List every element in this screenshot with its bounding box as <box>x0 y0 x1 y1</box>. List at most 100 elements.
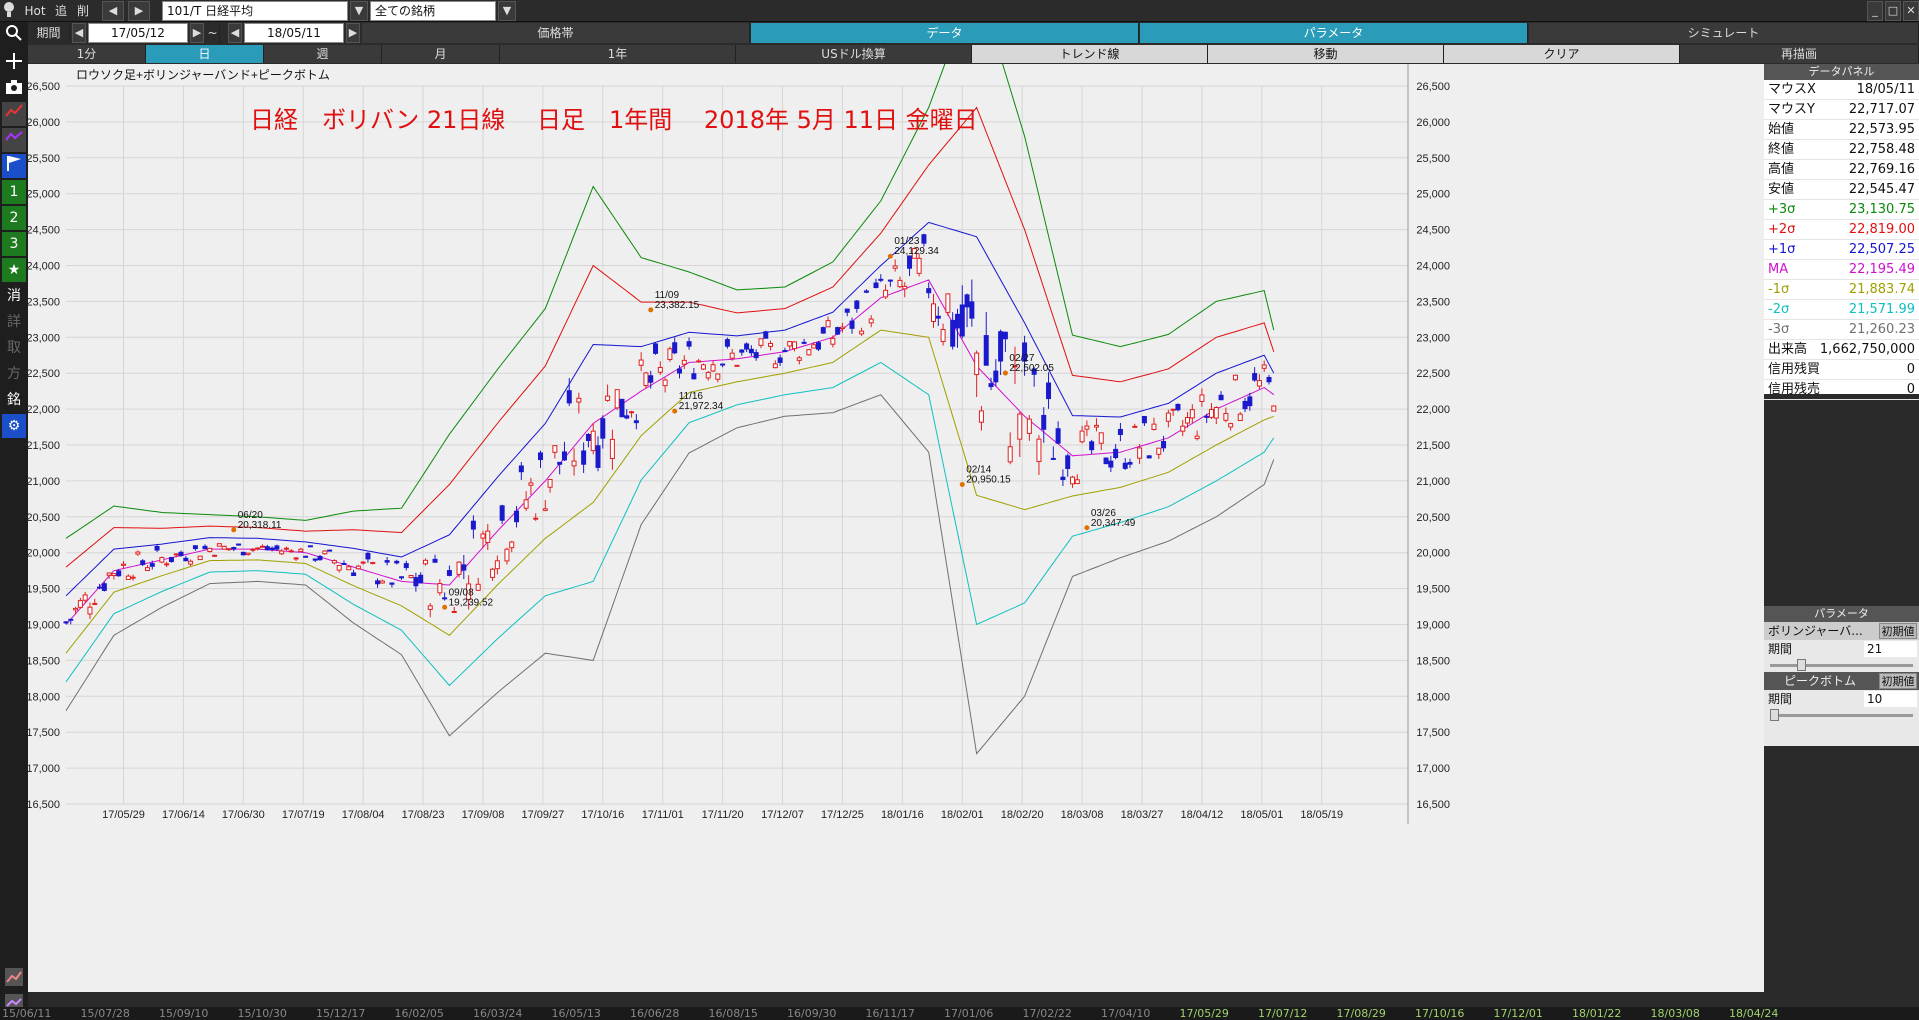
candle-body <box>274 545 280 550</box>
hot-button[interactable]: Hot <box>22 1 48 21</box>
data-panel-value: 21,571.99 <box>1848 302 1915 317</box>
preset-1-button[interactable]: 1 <box>2 180 26 204</box>
trade-button[interactable]: 取 <box>2 336 26 360</box>
data-panel-row: 信用残買 0 <box>1764 360 1919 380</box>
data-panel-row: 信用残売 0 <box>1764 380 1919 400</box>
indicator-icon[interactable] <box>2 128 26 152</box>
candle-body <box>700 364 706 370</box>
from-next-button[interactable]: ▶ <box>190 23 204 43</box>
candle-body <box>1194 435 1200 440</box>
candle-body <box>523 499 529 509</box>
y-tick-label-left: 26,000 <box>28 117 60 129</box>
detail-button[interactable]: 詳 <box>2 310 26 334</box>
overview-date-label: 16/11/17 <box>865 1007 915 1020</box>
peakbottom-reset-button[interactable]: 初期値 <box>1879 673 1917 689</box>
window-close-button[interactable]: ✕ <box>1903 1 1919 21</box>
candle-body <box>1117 428 1123 435</box>
candlestick-chart[interactable]: 06/2020,318.1109/0819,239.5211/0923,382.… <box>28 64 1764 992</box>
symbol-input[interactable]: 101/T 日経平均 <box>162 1 348 21</box>
to-date-input[interactable]: 18/05/11 <box>244 23 344 43</box>
candle-body <box>1165 412 1171 422</box>
period-tilde: ~ <box>206 23 220 43</box>
tab-1year[interactable]: 1年 <box>500 45 736 63</box>
peak-period-input[interactable]: 10 <box>1864 691 1917 707</box>
x-tick-label: 17/09/27 <box>521 809 564 821</box>
bollinger-slider-thumb[interactable] <box>1796 659 1806 671</box>
filter-select[interactable]: 全ての銘柄 <box>370 1 496 21</box>
next-symbol-button[interactable]: ▶ <box>128 1 150 21</box>
candle-body <box>173 553 179 556</box>
crosshair-icon[interactable] <box>2 52 26 76</box>
symbol-dropdown-icon[interactable]: ▼ <box>350 1 368 21</box>
tab-monthly[interactable]: 月 <box>382 45 500 63</box>
tab-usd[interactable]: USドル換算 <box>736 45 972 63</box>
parameter-header[interactable]: パラメータ <box>1140 23 1528 43</box>
data-panel-row: +2σ 22,819.00 <box>1764 220 1919 240</box>
window-minimize-button[interactable]: _ <box>1867 1 1883 21</box>
from-date-input[interactable]: 17/05/12 <box>88 23 188 43</box>
method-button[interactable]: 方 <box>2 362 26 386</box>
candle-body <box>336 564 342 571</box>
overview-date-bar[interactable]: 15/06/11 15/07/28 15/09/10 15/10/30 15/12/17… <box>0 1007 1919 1020</box>
gear-icon[interactable]: ⚙ <box>2 414 26 438</box>
candle-body <box>422 559 428 565</box>
candle-body <box>144 567 150 571</box>
from-prev-button[interactable]: ◀ <box>72 23 86 43</box>
kakakutai-header[interactable]: 価格帯 <box>362 23 750 43</box>
chart-small-icon[interactable] <box>2 968 26 992</box>
bollinger-label: ボリンジャーバ... <box>1768 624 1863 638</box>
filter-dropdown-icon[interactable]: ▼ <box>498 1 516 21</box>
camera-icon[interactable] <box>2 78 26 102</box>
peak-slider-thumb[interactable] <box>1770 709 1779 721</box>
candle-body <box>1223 413 1229 421</box>
bollinger-reset-button[interactable]: 初期値 <box>1879 623 1917 639</box>
candle-body <box>245 552 251 555</box>
candle-body <box>375 580 381 585</box>
y-tick-label-right: 16,500 <box>1416 799 1450 811</box>
y-tick-label-right: 26,500 <box>1416 81 1450 93</box>
candle-body <box>283 547 289 550</box>
star-icon[interactable]: ★ <box>2 258 26 282</box>
delete-button[interactable]: 削 <box>74 1 92 21</box>
prev-symbol-button[interactable]: ◀ <box>102 1 124 21</box>
candle-body <box>878 278 884 281</box>
tab-daily[interactable]: 日 <box>146 45 264 63</box>
candle-body <box>566 390 572 404</box>
tab-trendline[interactable]: トレンド線 <box>972 45 1208 63</box>
candle-body <box>978 410 984 423</box>
flag-icon[interactable] <box>2 154 26 178</box>
data-panel-value: 22,507.25 <box>1848 242 1915 257</box>
tsui-button[interactable]: 追 <box>52 1 70 21</box>
erase-button[interactable]: 消 <box>2 284 26 308</box>
data-panel-value: 0 <box>1906 362 1915 377</box>
simulate-header[interactable]: シミュレート <box>1529 23 1919 43</box>
search-icon[interactable] <box>2 24 26 48</box>
candle-body <box>1122 462 1128 469</box>
tab-weekly[interactable]: 週 <box>264 45 382 63</box>
peak-period-slider[interactable] <box>1764 708 1919 722</box>
overview-date-label: 15/06/11 <box>2 1007 52 1020</box>
data-header[interactable]: データ <box>751 23 1139 43</box>
tab-move[interactable]: 移動 <box>1208 45 1444 63</box>
overview-date-label: 15/09/10 <box>159 1007 209 1020</box>
tab-redraw[interactable]: 再描画 <box>1680 45 1919 63</box>
bollinger-period-slider[interactable] <box>1764 658 1919 672</box>
tab-1min[interactable]: 1分 <box>28 45 146 63</box>
window-maximize-button[interactable]: □ <box>1885 1 1901 21</box>
candle-body <box>681 359 687 365</box>
candle-body <box>537 452 543 461</box>
preset-3-button[interactable]: 3 <box>2 232 26 256</box>
candle-body <box>1060 476 1066 481</box>
chart-line-icon[interactable] <box>2 102 26 126</box>
candle-body <box>1170 408 1176 411</box>
lightbulb-icon[interactable] <box>2 1 16 21</box>
preset-2-button[interactable]: 2 <box>2 206 26 230</box>
to-prev-button[interactable]: ◀ <box>228 23 242 43</box>
chart-area[interactable]: 06/20 20,318.11 09/08 19,239.52 11/09 23,382.… <box>28 64 1764 992</box>
tab-clear[interactable]: クリア <box>1444 45 1680 63</box>
bollinger-period-input[interactable]: 21 <box>1864 641 1917 657</box>
brand-button[interactable]: 銘 <box>2 388 26 412</box>
to-next-button[interactable]: ▶ <box>346 23 360 43</box>
candle-body <box>331 560 337 564</box>
overview-date-label: 16/05/13 <box>551 1007 601 1020</box>
